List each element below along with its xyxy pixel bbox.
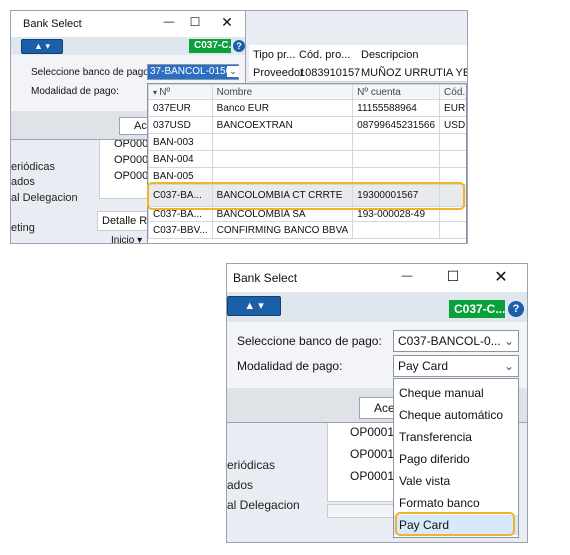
col-header-divisa[interactable]: Cód. divi...	[439, 84, 466, 100]
cell-no: BAN-004	[148, 150, 213, 168]
sidebar-item-periodicas[interactable]: eriódicas	[227, 458, 275, 472]
cell-nombre	[211, 150, 354, 168]
scroll-track[interactable]	[327, 504, 399, 518]
highlight-pay-card	[395, 512, 515, 536]
cell-no: 037EUR	[148, 99, 213, 117]
cell-nombre: Banco EUR	[211, 99, 354, 117]
payment-mode-combo[interactable]: Pay Card ⌄	[393, 355, 519, 377]
sidebar-item-ados[interactable]: ados	[227, 478, 253, 492]
accept-label: Ace	[374, 401, 395, 415]
help-icon[interactable]: ?	[508, 301, 524, 317]
bank-select-value: C037-BANCOL-0...	[398, 334, 501, 348]
close-icon[interactable]: ✕	[219, 14, 235, 31]
bg-header-descripcion[interactable]: Descripcion	[361, 49, 418, 61]
close-icon[interactable]: ✕	[491, 267, 511, 287]
dialog-title: Bank Select	[23, 18, 82, 30]
sidebar-item-delegacion[interactable]: al Delegacion	[11, 192, 78, 204]
cell-divisa	[439, 150, 466, 168]
col-header-no-label: Nº	[159, 86, 171, 98]
toolbar-action-button[interactable]: ▲ ▾	[21, 39, 63, 54]
op-row[interactable]: OP0001	[350, 447, 394, 461]
cell-divisa: EUR	[439, 99, 466, 117]
bank-select-value: 37-BANCOL-01567	[150, 66, 237, 77]
dialog-titlebar: Bank Select — ☐ ✕	[227, 264, 527, 292]
bottom-screenshot: eriódicas ados al Delegacion OP0001 OP00…	[226, 263, 528, 543]
dialog-title: Bank Select	[233, 271, 298, 285]
op-row[interactable]: OP0001	[350, 425, 394, 439]
cell-no: 037USD	[148, 116, 213, 134]
sidebar-item-eting[interactable]: eting	[11, 222, 35, 234]
menu-item-pago-diferido[interactable]: Pago diferido	[394, 449, 518, 469]
modalidad-label: Modalidad de pago:	[237, 359, 343, 373]
detail-tab[interactable]: Detalle Re	[97, 211, 153, 231]
op-list: OP0001 OP0001 OP0001	[99, 137, 154, 199]
seleccione-label: Seleccione banco de pago:	[237, 334, 382, 348]
top-screenshot: Tipo pr... Cód. pro... Descripcion Prove…	[10, 10, 468, 244]
sidebar-item-periodicas[interactable]: eriódicas	[11, 161, 55, 173]
cell-cuenta: 08799645231566	[352, 116, 441, 134]
background-grid-header: Tipo pr... Cód. pro... Descripcion Prove…	[249, 45, 467, 82]
bank-dropdown: ▾ Nº Nombre Nº cuenta Cód. divi... 037EU…	[147, 83, 467, 243]
menu-item-formato-banco[interactable]: Formato banco	[394, 493, 518, 513]
cell-nombre: BANCOEXTRAN	[211, 116, 354, 134]
payment-mode-value: Pay Card	[398, 359, 449, 373]
bg-cell-codprov[interactable]: 1083910157	[299, 67, 360, 79]
bank-table: ▾ Nº Nombre Nº cuenta Cód. divi... 037EU…	[148, 84, 466, 239]
col-header-cuenta[interactable]: Nº cuenta	[352, 84, 441, 100]
maximize-icon[interactable]: ☐	[443, 268, 463, 285]
op-row[interactable]: OP0001	[350, 469, 394, 483]
cell-cuenta	[352, 150, 441, 168]
table-row[interactable]: 037USD BANCOEXTRAN 08799645231566 USD	[148, 116, 466, 134]
table-row[interactable]: BAN-004	[148, 150, 466, 168]
company-badge: C037-C...	[189, 39, 231, 53]
sidebar-item-ados[interactable]: ados	[11, 176, 35, 188]
bg-header-codprov[interactable]: Cód. pro...	[299, 49, 350, 61]
cell-divisa	[439, 221, 466, 239]
cell-nombre: CONFIRMING BANCO BBVA	[211, 221, 354, 239]
cell-cuenta	[352, 221, 441, 239]
menu-item-transferencia[interactable]: Transferencia	[394, 427, 518, 447]
company-badge: C037-C...	[449, 300, 505, 318]
bg-cell-tipo[interactable]: Proveedor	[253, 67, 304, 79]
inicio-label: Inicio	[111, 235, 135, 244]
dialog-titlebar: Bank Select — ☐ ✕	[11, 11, 245, 37]
inicio-menu[interactable]: Inicio ▾	[111, 235, 142, 244]
seleccione-label: Seleccione banco de pago:	[31, 67, 152, 78]
sidebar-item-delegacion[interactable]: al Delegacion	[227, 498, 300, 512]
menu-item-cheque-manual[interactable]: Cheque manual	[394, 383, 518, 403]
bank-select-combo[interactable]: 37-BANCOL-01567	[147, 64, 239, 80]
menu-item-cheque-automatico[interactable]: Cheque automático	[394, 405, 518, 425]
modalidad-label: Modalidad de pago:	[31, 86, 119, 97]
dialog-toolbar: ▲ ▾ C037-C... ?	[11, 37, 245, 55]
col-header-no[interactable]: ▾ Nº	[148, 84, 213, 100]
maximize-icon[interactable]: ☐	[187, 15, 203, 29]
cell-no: C037-BBV...	[148, 221, 213, 239]
minimize-icon[interactable]: —	[397, 270, 417, 282]
highlight-selected-bank	[147, 182, 465, 210]
cell-divisa	[439, 133, 466, 151]
cell-no: BAN-003	[148, 133, 213, 151]
chevron-down-icon[interactable]: ⌄	[504, 331, 514, 351]
cell-nombre	[211, 133, 354, 151]
cell-divisa: USD	[439, 116, 466, 134]
table-row[interactable]: 037EUR Banco EUR 11155588964 EUR	[148, 99, 466, 117]
dialog-toolbar: ▲ ▾ C037-C... ?	[227, 292, 527, 322]
bank-select-combo[interactable]: C037-BANCOL-0... ⌄	[393, 330, 519, 352]
detail-tab-label: Detalle Re	[102, 215, 154, 227]
chevron-down-icon[interactable]: ⌄	[504, 356, 514, 376]
col-header-nombre[interactable]: Nombre	[211, 84, 354, 100]
minimize-icon[interactable]: —	[161, 16, 177, 28]
help-icon[interactable]: ?	[233, 40, 245, 52]
cell-cuenta	[352, 133, 441, 151]
table-row[interactable]: C037-BBV... CONFIRMING BANCO BBVA	[148, 221, 466, 239]
table-row[interactable]: BAN-003	[148, 133, 466, 151]
cell-cuenta: 11155588964	[352, 99, 441, 117]
toolbar-action-button[interactable]: ▲ ▾	[227, 296, 281, 316]
op-list: OP0001 OP0001 OP0001	[327, 422, 399, 502]
bg-header-tipo[interactable]: Tipo pr...	[253, 49, 295, 61]
bg-cell-descripcion[interactable]: MUÑOZ URRUTIA YENNIFER O	[361, 67, 467, 79]
bank-table-header: ▾ Nº Nombre Nº cuenta Cód. divi...	[148, 84, 466, 100]
chevron-down-icon[interactable]: ⌄	[227, 66, 239, 77]
menu-item-vale-vista[interactable]: Vale vista	[394, 471, 518, 491]
